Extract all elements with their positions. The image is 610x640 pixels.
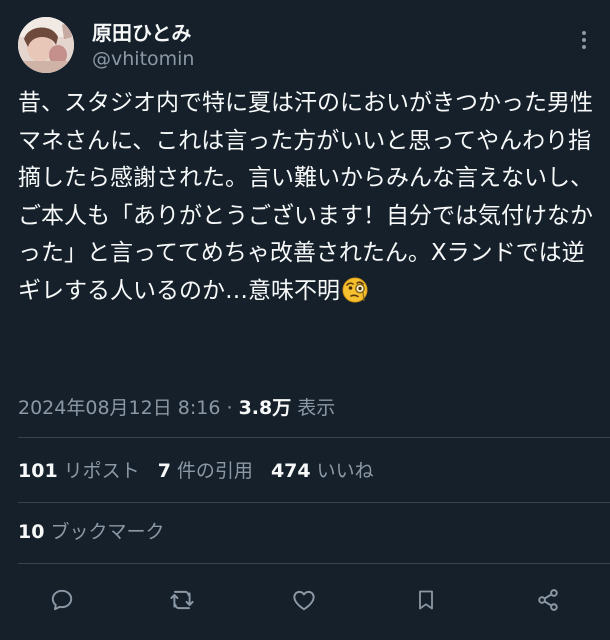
repost-icon bbox=[170, 590, 194, 610]
tweet-text-content: 昔、スタジオ内で特に夏は汗のにおいがきつかった男性マネさんに、これは言った方がい… bbox=[18, 90, 593, 304]
reply-button[interactable] bbox=[46, 584, 78, 616]
bookmarks-count: 10 bbox=[18, 521, 45, 543]
reposts-count: 101 bbox=[18, 460, 58, 482]
engagement-stats: 101 リポスト 7 件の引用 474 いいね bbox=[18, 456, 392, 486]
quotes-stat[interactable]: 7 件の引用 bbox=[158, 456, 253, 486]
likes-label: いいね bbox=[316, 460, 374, 482]
share-button[interactable] bbox=[532, 584, 564, 616]
likes-count: 474 bbox=[270, 460, 311, 482]
tweet-meta: 2024年08月12日 8:16 · 3.8万 表示 bbox=[18, 393, 335, 423]
repost-button[interactable] bbox=[166, 584, 198, 616]
divider bbox=[18, 502, 610, 503]
views-count: 3.8万 bbox=[238, 397, 292, 419]
views-label: 表示 bbox=[297, 397, 336, 419]
more-options-button[interactable] bbox=[572, 24, 596, 56]
divider bbox=[18, 563, 610, 564]
avatar-image bbox=[18, 17, 74, 73]
reply-icon bbox=[51, 589, 73, 611]
more-vertical-icon bbox=[582, 31, 586, 49]
like-button[interactable] bbox=[288, 584, 320, 616]
quotes-label: 件の引用 bbox=[176, 460, 253, 482]
action-bar bbox=[18, 580, 610, 620]
handle[interactable]: @vhitomin bbox=[92, 47, 194, 71]
bookmark-button[interactable] bbox=[410, 584, 442, 616]
tweet-timestamp[interactable]: 2024年08月12日 8:16 bbox=[18, 397, 220, 419]
reposts-stat[interactable]: 101 リポスト bbox=[18, 456, 140, 486]
bookmark-icon bbox=[419, 590, 433, 610]
display-name[interactable]: 原田ひとみ bbox=[92, 20, 191, 46]
reposts-label: リポスト bbox=[63, 460, 140, 482]
heart-icon bbox=[293, 590, 315, 611]
share-icon bbox=[538, 589, 558, 611]
bookmarks-stat[interactable]: 10 ブックマーク bbox=[18, 517, 164, 547]
avatar[interactable] bbox=[18, 17, 74, 73]
likes-stat[interactable]: 474 いいね bbox=[271, 456, 374, 486]
bookmarks-label: ブックマーク bbox=[50, 521, 165, 543]
meta-separator: · bbox=[226, 397, 233, 419]
tweet-text: 昔、スタジオ内で特に夏は汗のにおいがきつかった男性マネさんに、これは言った方がい… bbox=[18, 85, 598, 315]
face-with-monocle-icon bbox=[342, 277, 368, 316]
quotes-count: 7 bbox=[157, 460, 171, 482]
divider bbox=[18, 437, 610, 438]
